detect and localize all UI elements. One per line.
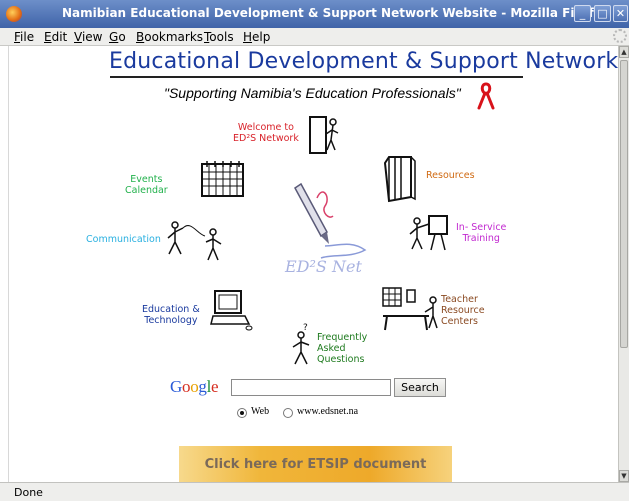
scroll-down-arrow-icon[interactable]: ▼ [619,470,629,482]
nav-events-line1: Events [130,174,163,185]
nav-trc-line1: Teacher [441,294,478,305]
nav-edtech-line2: Technology [144,315,198,326]
nav-faq-line2: Asked [317,343,346,354]
nav-welcome-line1: Welcome to [237,122,294,133]
nav-inservice[interactable]: In- Service Training [456,222,506,244]
nav-welcome-line2: ED²S Network [233,133,299,144]
nav-trc-line3: Centers [441,316,478,327]
nav-trc-line2: Resource [441,305,485,316]
status-text: Done [14,486,43,499]
eds-net-pen-logo: ED²S Net [284,182,367,276]
menu-view[interactable]: View [74,30,102,44]
window-title: Namibian Educational Development & Suppo… [62,6,610,20]
menu-file[interactable]: File [14,30,34,44]
calendar-icon[interactable] [199,160,247,200]
center-logo-text: ED²S Net [284,257,362,276]
google-logo: Google [170,377,219,396]
resource-center-icon[interactable] [379,286,441,334]
title-divider [110,76,523,78]
page-content: Educational Development & Support Networ… [8,46,618,482]
computer-icon[interactable] [209,288,255,332]
maximize-button[interactable]: □ [594,5,611,22]
scrollbar-thumb[interactable] [620,60,628,348]
question-figure-icon[interactable]: ? [289,322,313,366]
nav-edtech-line1: Education & [142,304,200,315]
minimize-button[interactable]: _ [574,5,591,22]
menu-go[interactable]: Go [109,30,126,44]
firefox-icon[interactable] [6,6,22,22]
search-button[interactable]: Search [394,378,446,397]
nav-edtech[interactable]: Education & Technology [142,304,200,326]
nav-communication-label: Communication [86,234,161,245]
close-button[interactable]: ✕ [613,5,628,22]
nav-inservice-line2: Training [462,233,500,244]
nav-inservice-line1: In- Service [456,222,507,233]
radio-web-label: Web [251,406,270,417]
scroll-up-arrow-icon[interactable]: ▲ [619,46,629,58]
menu-tools[interactable]: Tools [204,30,234,44]
radio-site[interactable] [283,408,293,418]
statusbar: Done [0,482,629,501]
nav-events-line2: Calendar [125,185,168,196]
nav-communication[interactable]: Communication [86,234,161,245]
etsip-document-link[interactable]: Click here for ETSIP document [179,446,452,482]
two-people-phone-icon[interactable] [165,218,227,262]
nav-resources[interactable]: Resources [426,170,475,181]
red-ribbon-icon [477,82,495,110]
vertical-scrollbar[interactable]: ▲ ▼ [618,46,629,482]
nav-faq[interactable]: Frequently Asked Questions [317,332,367,365]
menu-edit[interactable]: Edit [44,30,67,44]
teacher-board-icon[interactable] [407,212,453,252]
nav-events[interactable]: Events Calendar [125,174,168,196]
nav-faq-line1: Frequently [317,332,368,343]
nav-trc[interactable]: Teacher Resource Centers [441,294,485,327]
radio-web[interactable] [237,408,247,418]
radio-site-label: www.edsnet.na [297,406,359,417]
menubar: File Edit View Go Bookmarks Tools Help [0,28,629,46]
site-title: Educational Development & Support Networ… [109,49,618,74]
nav-welcome[interactable]: Welcome to ED²S Network [233,122,299,144]
svg-text:?: ? [303,323,308,333]
menu-bookmarks[interactable]: Bookmarks [136,30,203,44]
activity-throbber-icon [613,29,627,43]
tagline: "Supporting Namibia's Education Professi… [164,85,461,101]
window-titlebar[interactable]: Namibian Educational Development & Suppo… [0,0,629,28]
menu-help[interactable]: Help [243,30,270,44]
nav-resources-label: Resources [426,170,475,181]
books-icon[interactable] [381,153,417,205]
nav-faq-line3: Questions [317,354,365,365]
search-input[interactable] [231,379,391,396]
door-figure-icon[interactable] [307,114,341,156]
